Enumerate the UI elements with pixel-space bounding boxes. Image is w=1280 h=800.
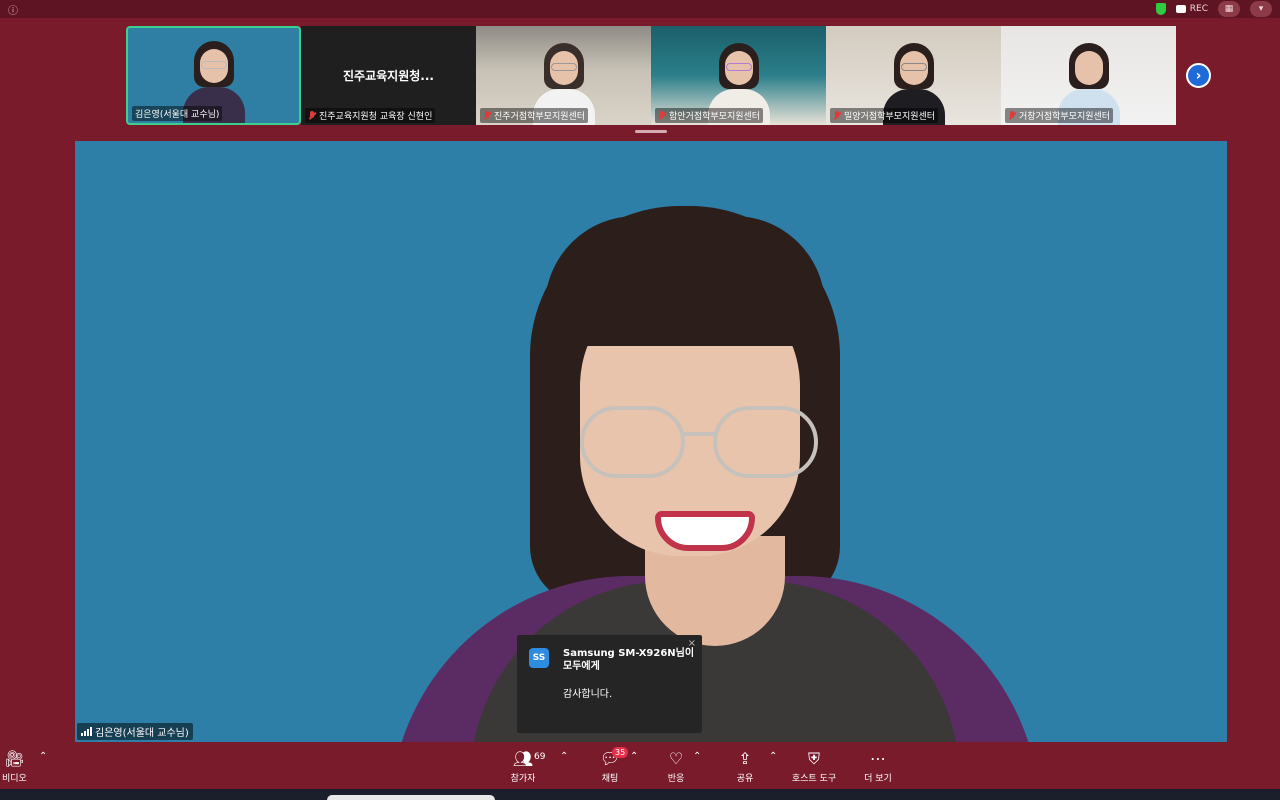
more-dots-icon: ⋯ [870,749,886,768]
participants-button[interactable]: 👥︎ 69 참가자 [508,749,546,784]
chat-notification[interactable]: × SS Samsung SM-X926N님이 모두에게 감사합니다. [517,635,702,733]
title-bar-right: REC ▦ ▾ [1155,1,1272,17]
reactions-button[interactable]: ♡ 반응 [664,749,688,784]
participant-name-label: 진주거점학부모지원센터 [480,108,589,123]
next-page-button[interactable]: › [1186,63,1211,88]
muted-mic-icon [1008,111,1016,120]
chat-options-caret[interactable]: ⌃ [630,751,638,762]
info-icon[interactable]: ⓘ [8,2,18,17]
participant-name-label: 진주교육지원청 교육장 신현인 [305,108,436,123]
security-shield-icon[interactable] [1155,3,1166,15]
speaker-name-label: 김은영(서울대 교수님) [77,723,193,740]
participant-name-label: 함안거점학부모지원센터 [655,108,764,123]
sender-avatar: SS [529,648,549,668]
participants-icon: 👥︎ [512,749,534,768]
participants-count: 69 [534,752,546,762]
recording-indicator[interactable]: REC [1175,4,1208,14]
participant-tile[interactable]: 함안거점학부모지원센터 [651,26,826,125]
host-tools-button[interactable]: ⛨ 호스트 도구 [789,749,839,784]
share-button[interactable]: ⇪ 공유 [733,749,757,784]
muted-mic-icon [308,111,316,120]
taskbar-search[interactable] [327,795,495,800]
muted-mic-icon [833,111,841,120]
more-button[interactable]: ⋯ 더 보기 [863,749,893,784]
shield-icon: ⛨ [807,749,820,768]
participant-tile[interactable]: 김은영(서울대 교수님) [126,26,301,125]
reactions-options-caret[interactable]: ⌃ [693,751,701,762]
signal-strength-icon [81,727,92,736]
view-toggle-button[interactable]: ▦ [1218,1,1240,17]
chevron-right-icon: › [1195,67,1202,84]
participant-tile[interactable]: 밀양거점학부모지원센터 [826,26,1001,125]
participant-name-label: 밀양거점학부모지원센터 [830,108,939,123]
participants-options-caret[interactable]: ⌃ [560,751,568,762]
share-screen-icon: ⇪ [738,749,752,768]
os-taskbar [0,789,1280,800]
muted-mic-icon [658,111,666,120]
strip-resize-handle[interactable] [635,130,667,133]
participant-tile[interactable]: 거창거점학부모지원센터 [1001,26,1176,125]
video-button[interactable]: 🎥︎ 비디오 [2,749,27,784]
meeting-toolbar: 🎥︎ 비디오 ⌃ 👥︎ 69 참가자 ⌃ 💬︎ 35 채팅 ⌃ ♡ 반응 ⌃ ⇪… [0,745,1280,789]
video-camera-icon: 🎥︎ [4,749,25,768]
title-bar: ⓘ REC ▦ ▾ [0,0,1280,18]
participant-tile[interactable]: 진주교육지원청... 진주교육지원청 교육장 신현인 [301,26,476,125]
chat-button[interactable]: 💬︎ 35 채팅 [598,747,629,784]
share-options-caret[interactable]: ⌃ [769,751,777,762]
view-options-button[interactable]: ▾ [1250,1,1272,17]
record-icon [1175,5,1186,13]
title-bar-left: ⓘ [8,2,24,17]
rec-label: REC [1189,4,1208,14]
participant-tile[interactable]: 진주거점학부모지원센터 [476,26,651,125]
gallery-strip: 김은영(서울대 교수님) 진주교육지원청... 진주교육지원청 교육장 신현인 … [126,26,1176,125]
chat-sender: Samsung SM-X926N님이 모두에게 [563,648,695,672]
participant-name-label: 거창거점학부모지원센터 [1005,108,1114,123]
participant-name-label: 김은영(서울대 교수님) [132,106,223,121]
muted-mic-icon [483,111,491,120]
chat-message: 감사합니다. [563,689,613,700]
chat-unread-badge: 35 [612,747,629,758]
video-options-caret[interactable]: ⌃ [39,751,47,762]
heart-icon: ♡ [668,749,684,768]
